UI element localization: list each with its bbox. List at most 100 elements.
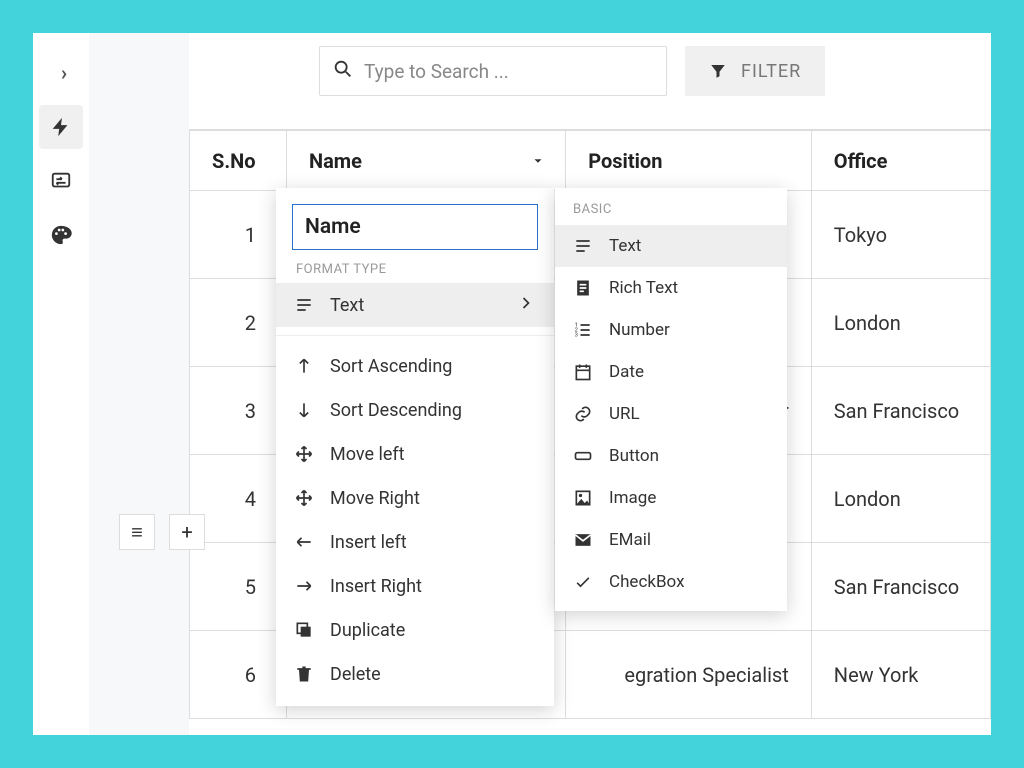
numbered-list-icon: 123 xyxy=(573,320,593,340)
column-name-input[interactable] xyxy=(292,204,538,250)
app-frame: ›› FILTER ≡ xyxy=(33,33,991,735)
menu-move-left[interactable]: Move left xyxy=(276,432,554,476)
menu-insert-left[interactable]: Insert left xyxy=(276,520,554,564)
format-option-button[interactable]: Button xyxy=(555,435,787,477)
sidebar-item-transforms[interactable] xyxy=(39,159,83,203)
current-format-label: Text xyxy=(330,295,364,316)
menu-label: EMail xyxy=(609,530,651,550)
column-menu: FORMAT TYPE Text Sort Ascending Sort Des… xyxy=(276,188,554,706)
cell-sno[interactable]: 5 xyxy=(190,543,287,631)
main-pane: FILTER ≡ + S.No Name xyxy=(189,33,991,735)
col-header-position[interactable]: Position xyxy=(566,131,812,191)
menu-label: URL xyxy=(609,404,640,424)
format-option-url[interactable]: URL xyxy=(555,393,787,435)
search-input[interactable] xyxy=(364,60,654,83)
top-toolbar: FILTER xyxy=(189,33,991,109)
move-icon xyxy=(294,444,314,464)
mail-icon xyxy=(573,530,593,550)
swap-screen-icon xyxy=(50,170,72,192)
cell-office[interactable]: Tokyo xyxy=(811,191,990,279)
search-box[interactable] xyxy=(319,46,667,96)
link-icon xyxy=(573,404,593,424)
format-option-text[interactable]: Text xyxy=(555,225,787,267)
col-header-name[interactable]: Name xyxy=(286,131,565,191)
menu-label: Insert left xyxy=(330,532,407,553)
sidebar-expand-button[interactable]: ›› xyxy=(39,51,83,95)
menu-delete[interactable]: Delete xyxy=(276,652,554,696)
menu-label: Move left xyxy=(330,444,405,465)
caret-down-icon xyxy=(531,149,545,173)
sidebar-item-actions[interactable] xyxy=(39,105,83,149)
menu-label: Number xyxy=(609,320,670,340)
format-type-submenu: BASIC Text Rich Text 123 Number Date xyxy=(555,188,787,611)
cell-position[interactable]: egration Specialist xyxy=(566,631,812,719)
col-header-name-label: Name xyxy=(309,149,362,173)
text-lines-icon xyxy=(573,236,593,256)
menu-insert-right[interactable]: Insert Right xyxy=(276,564,554,608)
cell-office[interactable]: San Francisco xyxy=(811,543,990,631)
menu-sort-asc[interactable]: Sort Ascending xyxy=(276,344,554,388)
hamburger-icon: ≡ xyxy=(131,520,143,545)
palette-icon xyxy=(50,224,72,246)
menu-label: Sort Descending xyxy=(330,400,462,421)
trash-icon xyxy=(294,664,314,684)
menu-duplicate[interactable]: Duplicate xyxy=(276,608,554,652)
svg-text:3: 3 xyxy=(575,333,578,339)
arrow-up-icon xyxy=(294,356,314,376)
cell-office[interactable]: New York xyxy=(811,631,990,719)
move-icon xyxy=(294,488,314,508)
submenu-section-basic: BASIC xyxy=(555,188,787,225)
format-option-email[interactable]: EMail xyxy=(555,519,787,561)
menu-label: Button xyxy=(609,446,659,466)
row-add-button[interactable]: + xyxy=(169,514,205,550)
cell-office[interactable]: London xyxy=(811,279,990,367)
menu-label: CheckBox xyxy=(609,572,685,592)
arrow-left-icon xyxy=(294,532,314,552)
arrow-down-icon xyxy=(294,400,314,420)
col-header-office[interactable]: Office xyxy=(811,131,990,191)
col-header-sno[interactable]: S.No xyxy=(190,131,287,191)
menu-move-right[interactable]: Move Right xyxy=(276,476,554,520)
data-table-wrapper: ≡ + S.No Name Position Of xyxy=(189,130,991,719)
format-option-date[interactable]: Date xyxy=(555,351,787,393)
duplicate-icon xyxy=(294,620,314,640)
filter-label: FILTER xyxy=(741,61,801,82)
funnel-icon xyxy=(709,62,727,80)
menu-label: Text xyxy=(609,236,641,256)
text-lines-icon xyxy=(294,295,314,315)
format-option-image[interactable]: Image xyxy=(555,477,787,519)
row-float-actions: ≡ + xyxy=(119,514,205,550)
chevron-right-icon xyxy=(516,293,536,318)
menu-label: Delete xyxy=(330,664,381,685)
calendar-icon xyxy=(573,362,593,382)
left-sidebar: ›› xyxy=(33,33,89,735)
menu-label: Insert Right xyxy=(330,576,422,597)
cell-sno[interactable]: 6 xyxy=(190,631,287,719)
menu-current-format[interactable]: Text xyxy=(276,283,554,327)
menu-label: Image xyxy=(609,488,656,508)
bolt-icon xyxy=(50,116,72,138)
document-icon xyxy=(573,278,593,298)
table-header-row: S.No Name Position Office xyxy=(190,131,991,191)
menu-label: Date xyxy=(609,362,644,382)
menu-sort-desc[interactable]: Sort Descending xyxy=(276,388,554,432)
menu-label: Rich Text xyxy=(609,278,678,298)
format-type-label: FORMAT TYPE xyxy=(276,262,554,283)
check-icon xyxy=(573,572,593,592)
cell-sno[interactable]: 1 xyxy=(190,191,287,279)
format-option-checkbox[interactable]: CheckBox xyxy=(555,561,787,603)
format-option-richtext[interactable]: Rich Text xyxy=(555,267,787,309)
cell-office[interactable]: San Francisco xyxy=(811,367,990,455)
filter-button[interactable]: FILTER xyxy=(685,46,825,96)
menu-label: Move Right xyxy=(330,488,420,509)
cell-sno[interactable]: 2 xyxy=(190,279,287,367)
image-icon xyxy=(573,488,593,508)
sidebar-item-theme[interactable] xyxy=(39,213,83,257)
format-option-number[interactable]: 123 Number xyxy=(555,309,787,351)
arrow-right-icon xyxy=(294,576,314,596)
row-menu-button[interactable]: ≡ xyxy=(119,514,155,550)
cell-sno[interactable]: 3 xyxy=(190,367,287,455)
cell-office[interactable]: London xyxy=(811,455,990,543)
plus-icon: + xyxy=(181,520,192,544)
menu-label: Sort Ascending xyxy=(330,356,452,377)
